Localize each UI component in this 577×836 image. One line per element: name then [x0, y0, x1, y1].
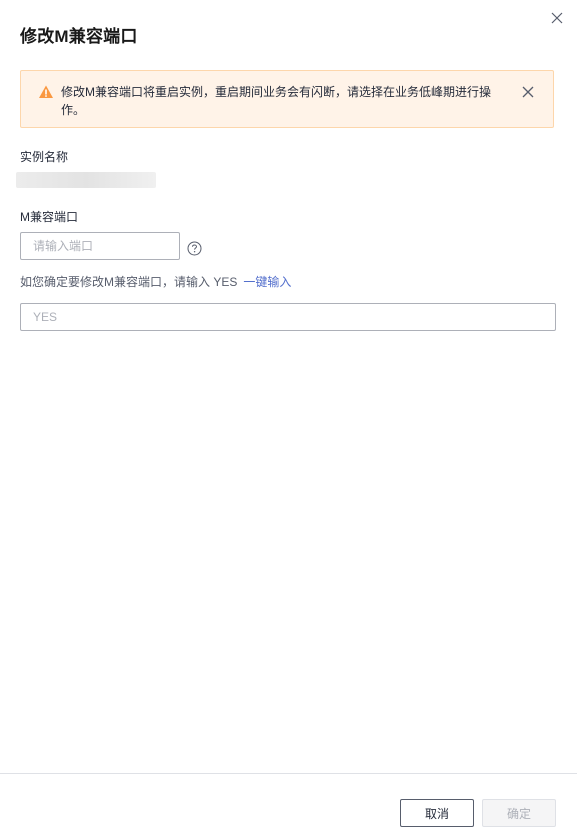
warning-alert: 修改M兼容端口将重启实例，重启期间业务会有闪断，请选择在业务低峰期进行操作。: [20, 70, 554, 128]
warning-icon: [39, 85, 53, 98]
help-icon[interactable]: [187, 241, 202, 256]
footer-divider: [0, 773, 577, 774]
alert-message: 修改M兼容端口将重启实例，重启期间业务会有闪断，请选择在业务低峰期进行操作。: [61, 85, 491, 117]
instance-name-value: [16, 172, 156, 188]
confirm-hint: 如您确定要修改M兼容端口，请输入 YES 一键输入: [20, 273, 291, 290]
port-label: M兼容端口: [20, 210, 78, 224]
alert-close-icon[interactable]: [521, 85, 535, 99]
cancel-button[interactable]: 取消: [400, 799, 474, 827]
instance-name-label: 实例名称: [20, 150, 69, 164]
close-icon[interactable]: [549, 10, 565, 26]
ok-button[interactable]: 确定: [482, 799, 556, 827]
confirm-hint-text: 如您确定要修改M兼容端口，请输入 YES: [20, 275, 238, 289]
port-input[interactable]: [20, 232, 180, 260]
one-click-input-link[interactable]: 一键输入: [243, 275, 291, 289]
modify-port-dialog: 修改M兼容端口 修改M兼容端口将重启实例，重启期间业务会有闪断，请选择在业务低峰…: [0, 0, 577, 836]
confirm-yes-input[interactable]: [20, 303, 556, 331]
dialog-title: 修改M兼容端口: [20, 27, 138, 46]
